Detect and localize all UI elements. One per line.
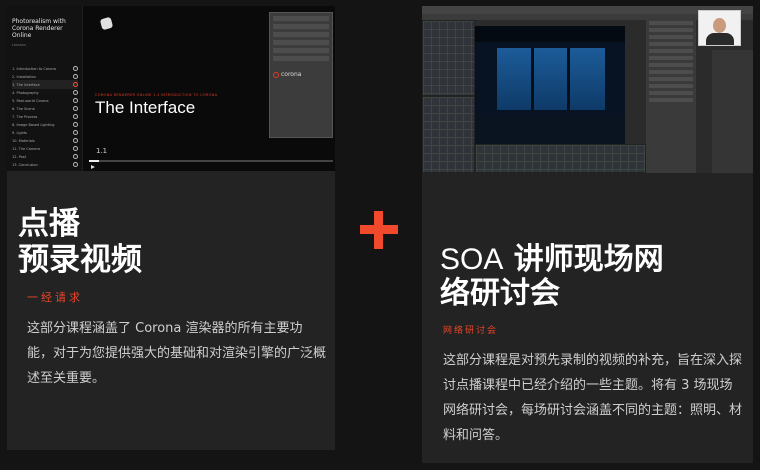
- lesson-status-icon: [73, 106, 78, 111]
- lesson-status-icon: [73, 98, 78, 103]
- lesson-label: 5. Real-world Corona: [12, 98, 49, 103]
- lesson-label: 8. Image Based Lighting: [12, 122, 55, 127]
- course-title: Photorealism with Corona Renderer Online: [12, 18, 66, 39]
- lesson-status-icon: [73, 130, 78, 135]
- lesson-status-icon: [73, 162, 78, 167]
- lesson-label: 4. Photography: [12, 90, 39, 95]
- on-demand-description: 这部分课程涵盖了 Corona 渲染器的所有主要功能，对于为您提供强大的基础和对…: [27, 321, 327, 386]
- lesson-label: 2. Installation: [12, 74, 36, 79]
- course-subtitle: Lessons: [12, 43, 26, 47]
- corona-logo: corona: [273, 71, 301, 78]
- live-webinar-title: SOA 讲师现场网 络研讨会: [440, 242, 664, 311]
- lesson-label: 6. The Scene: [12, 106, 35, 111]
- live-webinar-description: 这部分课程是对预先录制的视频的补充，旨在深入探讨点播课程中已经介绍的一些主题。将…: [443, 353, 743, 443]
- render-preview: [475, 26, 625, 144]
- course-video-screenshot: Photorealism with Corona Renderer Online…: [7, 6, 335, 171]
- video-progress-bar[interactable]: [89, 160, 333, 162]
- lesson-label: 12. Post: [12, 154, 27, 159]
- lesson-status-icon: [73, 82, 78, 87]
- video-title: The Interface: [95, 98, 196, 117]
- lesson-label: 1. Introduction to Corona: [12, 66, 56, 71]
- render-settings-panel: [646, 18, 696, 173]
- on-demand-tag: 一经请求: [27, 291, 83, 304]
- video-player[interactable]: CORONA RENDERER ONLINE 1.3 INTRODUCTION …: [83, 6, 335, 171]
- lesson-status-icon: [73, 114, 78, 119]
- lesson-status-icon: [73, 90, 78, 95]
- lesson-status-icon: [73, 146, 78, 151]
- lesson-status-icon: [73, 66, 78, 71]
- lesson-status-icon: [73, 154, 78, 159]
- lesson-label: 13. Conclusion: [12, 162, 38, 167]
- brand-logo-icon: [99, 16, 114, 31]
- lesson-status-icon: [73, 138, 78, 143]
- lesson-status-icon: [73, 122, 78, 127]
- play-icon[interactable]: [91, 165, 95, 169]
- viewport-bottom-left: [422, 96, 475, 173]
- video-number: 1.1: [96, 147, 108, 155]
- command-panel: [712, 50, 753, 173]
- on-demand-title: 点播 预录视频: [18, 206, 142, 278]
- instructor-webcam: [698, 10, 741, 46]
- plus-icon: [360, 211, 398, 249]
- lesson-label: 7. The Process: [12, 114, 38, 119]
- video-progress-fill: [89, 160, 99, 162]
- live-webinar-tag: 网络研讨会: [443, 326, 499, 336]
- lesson-label: 11. The Camera: [12, 146, 41, 151]
- lesson-label: 3. The Interface: [12, 82, 40, 87]
- lesson-item[interactable]: 13. Conclusion: [12, 160, 78, 169]
- video-caption: CORONA RENDERER ONLINE 1.3 INTRODUCTION …: [95, 93, 218, 97]
- render-settings-panel: corona: [269, 12, 333, 138]
- course-sidebar: Photorealism with Corona Renderer Online…: [7, 6, 83, 171]
- lesson-status-icon: [73, 74, 78, 79]
- lesson-label: 9. Lights: [12, 130, 28, 135]
- webinar-screenshot: [422, 6, 753, 173]
- lesson-label: 10. Materials: [12, 138, 35, 143]
- viewport-top-left: [422, 20, 475, 96]
- viewport-bottom: [475, 144, 646, 173]
- corona-logo-icon: [273, 71, 279, 78]
